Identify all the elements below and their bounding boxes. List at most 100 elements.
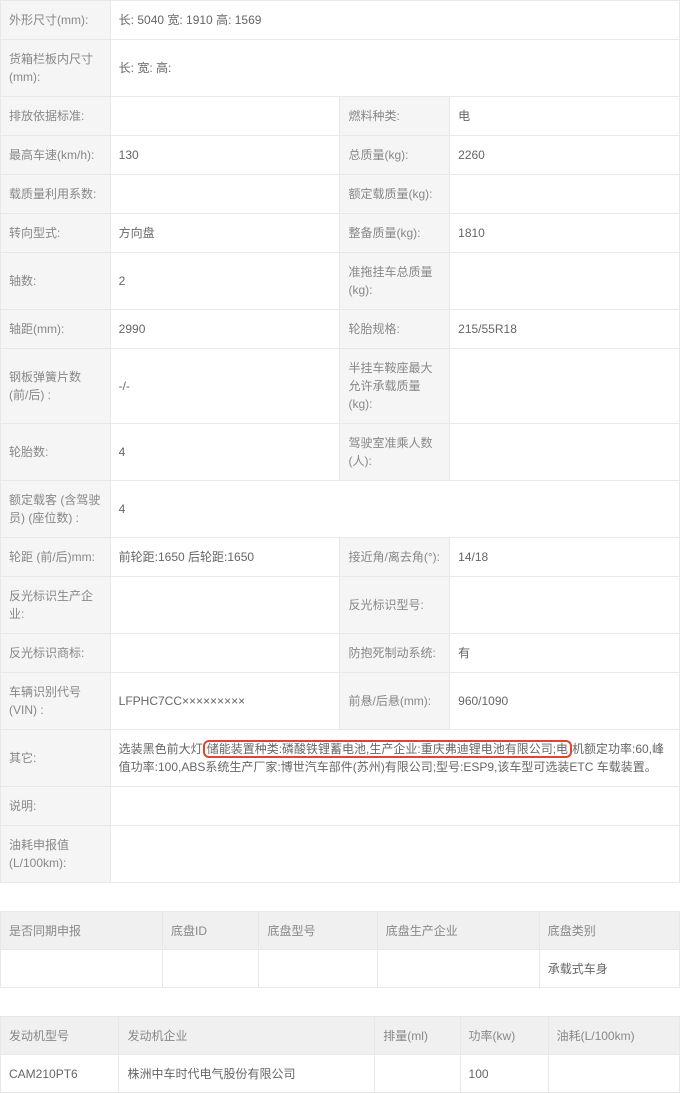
chassis-c1 bbox=[163, 950, 259, 988]
value-other: 选装黑色前大灯储能装置种类:磷酸铁锂蓄电池,生产企业:重庆弗迪锂电池有限公司;电… bbox=[110, 730, 679, 787]
label-curb-mass: 整备质量(kg): bbox=[340, 214, 450, 253]
label-trailer-mass: 准拖挂车总质量(kg): bbox=[340, 253, 450, 310]
value-passengers: 4 bbox=[110, 481, 679, 538]
row-other: 其它: 选装黑色前大灯储能装置种类:磷酸铁锂蓄电池,生产企业:重庆弗迪锂电池有限… bbox=[1, 730, 680, 787]
chassis-header-row: 是否同期申报 底盘ID 底盘型号 底盘生产企业 底盘类别 bbox=[1, 912, 680, 950]
row-vin-overhang: 车辆识别代号 (VIN) : LFPHC7CC××××××××× 前悬/后悬(m… bbox=[1, 673, 680, 730]
value-refl-brand bbox=[110, 634, 340, 673]
label-saddle: 半挂车鞍座最大允许承载质量(kg): bbox=[340, 349, 450, 424]
label-angles: 接近角/离去角(°): bbox=[340, 538, 450, 577]
label-cab-seats: 驾驶室准乘人数 (人): bbox=[340, 424, 450, 481]
label-passengers: 额定载客 (含驾驶员) (座位数) : bbox=[1, 481, 111, 538]
label-cargo-dim: 货箱栏板内尺寸(mm): bbox=[1, 40, 111, 97]
row-axles-trailer: 轴数: 2 准拖挂车总质量(kg): bbox=[1, 253, 680, 310]
label-load-coef: 载质量利用系数: bbox=[1, 175, 111, 214]
engine-c3: 100 bbox=[460, 1055, 548, 1093]
value-dimensions: 长: 5040 宽: 1910 高: 1569 bbox=[110, 1, 679, 40]
label-spring: 钢板弹簧片数 (前/后) : bbox=[1, 349, 111, 424]
engine-h3: 功率(kw) bbox=[460, 1017, 548, 1055]
label-tire-count: 轮胎数: bbox=[1, 424, 111, 481]
value-total-mass: 2260 bbox=[450, 136, 680, 175]
label-overhang: 前悬/后悬(mm): bbox=[340, 673, 450, 730]
engine-table: 发动机型号 发动机企业 排量(ml) 功率(kw) 油耗(L/100km) CA… bbox=[0, 1016, 680, 1093]
value-max-speed: 130 bbox=[110, 136, 340, 175]
chassis-c3 bbox=[377, 950, 539, 988]
chassis-c4: 承载式车身 bbox=[539, 950, 679, 988]
value-cargo-dim: 长: 宽: 高: bbox=[110, 40, 679, 97]
value-rated-mass bbox=[450, 175, 680, 214]
value-curb-mass: 1810 bbox=[450, 214, 680, 253]
label-axle-count: 轴数: bbox=[1, 253, 111, 310]
value-axle-count: 2 bbox=[110, 253, 340, 310]
label-notes: 说明: bbox=[1, 787, 111, 826]
label-track: 轮距 (前/后)mm: bbox=[1, 538, 111, 577]
row-fuel-consumption: 油耗申报值(L/100km): bbox=[1, 826, 680, 883]
label-steering: 转向型式: bbox=[1, 214, 111, 253]
chassis-table: 是否同期申报 底盘ID 底盘型号 底盘生产企业 底盘类别 承载式车身 bbox=[0, 911, 680, 988]
row-load-rated: 载质量利用系数: 额定载质量(kg): bbox=[1, 175, 680, 214]
label-abs: 防抱死制动系统: bbox=[340, 634, 450, 673]
engine-c0: CAM210PT6 bbox=[1, 1055, 119, 1093]
highlight-annotation: 储能装置种类:磷酸铁锂蓄电池,生产企业:重庆弗迪锂电池有限公司;电 bbox=[203, 740, 572, 758]
engine-header-row: 发动机型号 发动机企业 排量(ml) 功率(kw) 油耗(L/100km) bbox=[1, 1017, 680, 1055]
label-refl-model: 反光标识型号: bbox=[340, 577, 450, 634]
chassis-h2: 底盘型号 bbox=[259, 912, 377, 950]
chassis-c2 bbox=[259, 950, 377, 988]
chassis-c0 bbox=[1, 950, 163, 988]
chassis-h3: 底盘生产企业 bbox=[377, 912, 539, 950]
row-tirecount-cab: 轮胎数: 4 驾驶室准乘人数 (人): bbox=[1, 424, 680, 481]
label-emission: 排放依据标准: bbox=[1, 97, 111, 136]
chassis-h0: 是否同期申报 bbox=[1, 912, 163, 950]
value-tire-count: 4 bbox=[110, 424, 340, 481]
row-emission-fuel: 排放依据标准: 燃料种类: 电 bbox=[1, 97, 680, 136]
label-tire-spec: 轮胎规格: bbox=[340, 310, 450, 349]
other-pre: 选装黑色前大灯 bbox=[119, 742, 203, 756]
engine-h2: 排量(ml) bbox=[375, 1017, 460, 1055]
engine-c1: 株洲中车时代电气股份有限公司 bbox=[119, 1055, 375, 1093]
value-vin: LFPHC7CC××××××××× bbox=[110, 673, 340, 730]
engine-c4 bbox=[548, 1055, 679, 1093]
value-tire-spec: 215/55R18 bbox=[450, 310, 680, 349]
value-saddle bbox=[450, 349, 680, 424]
row-refl-maker-model: 反光标识生产企业: 反光标识型号: bbox=[1, 577, 680, 634]
value-overhang: 960/1090 bbox=[450, 673, 680, 730]
engine-row: CAM210PT6 株洲中车时代电气股份有限公司 100 bbox=[1, 1055, 680, 1093]
label-other: 其它: bbox=[1, 730, 111, 787]
label-vin: 车辆识别代号 (VIN) : bbox=[1, 673, 111, 730]
value-track: 前轮距:1650 后轮距:1650 bbox=[110, 538, 340, 577]
value-refl-model bbox=[450, 577, 680, 634]
value-fuel: 电 bbox=[450, 97, 680, 136]
row-spring-saddle: 钢板弹簧片数 (前/后) : -/- 半挂车鞍座最大允许承载质量(kg): bbox=[1, 349, 680, 424]
engine-h1: 发动机企业 bbox=[119, 1017, 375, 1055]
value-wheelbase: 2990 bbox=[110, 310, 340, 349]
row-track-angles: 轮距 (前/后)mm: 前轮距:1650 后轮距:1650 接近角/离去角(°)… bbox=[1, 538, 680, 577]
row-dimensions: 外形尺寸(mm): 长: 5040 宽: 1910 高: 1569 bbox=[1, 1, 680, 40]
label-fuel: 燃料种类: bbox=[340, 97, 450, 136]
chassis-h1: 底盘ID bbox=[163, 912, 259, 950]
row-cargo-dim: 货箱栏板内尺寸(mm): 长: 宽: 高: bbox=[1, 40, 680, 97]
value-load-coef bbox=[110, 175, 340, 214]
engine-h4: 油耗(L/100km) bbox=[548, 1017, 679, 1055]
label-refl-maker: 反光标识生产企业: bbox=[1, 577, 111, 634]
engine-c2 bbox=[375, 1055, 460, 1093]
value-notes bbox=[110, 787, 679, 826]
value-spring: -/- bbox=[110, 349, 340, 424]
chassis-h4: 底盘类别 bbox=[539, 912, 679, 950]
chassis-row: 承载式车身 bbox=[1, 950, 680, 988]
label-dimensions: 外形尺寸(mm): bbox=[1, 1, 111, 40]
engine-h0: 发动机型号 bbox=[1, 1017, 119, 1055]
value-refl-maker bbox=[110, 577, 340, 634]
value-fuel-cons bbox=[110, 826, 679, 883]
label-refl-brand: 反光标识商标: bbox=[1, 634, 111, 673]
label-wheelbase: 轴距(mm): bbox=[1, 310, 111, 349]
value-angles: 14/18 bbox=[450, 538, 680, 577]
label-fuel-cons: 油耗申报值(L/100km): bbox=[1, 826, 111, 883]
value-cab-seats bbox=[450, 424, 680, 481]
row-refl-brand-abs: 反光标识商标: 防抱死制动系统: 有 bbox=[1, 634, 680, 673]
value-steering: 方向盘 bbox=[110, 214, 340, 253]
row-wheelbase-tire: 轴距(mm): 2990 轮胎规格: 215/55R18 bbox=[1, 310, 680, 349]
row-notes: 说明: bbox=[1, 787, 680, 826]
value-emission bbox=[110, 97, 340, 136]
row-speed-mass: 最高车速(km/h): 130 总质量(kg): 2260 bbox=[1, 136, 680, 175]
vehicle-spec-table: 外形尺寸(mm): 长: 5040 宽: 1910 高: 1569 货箱栏板内尺… bbox=[0, 0, 680, 883]
